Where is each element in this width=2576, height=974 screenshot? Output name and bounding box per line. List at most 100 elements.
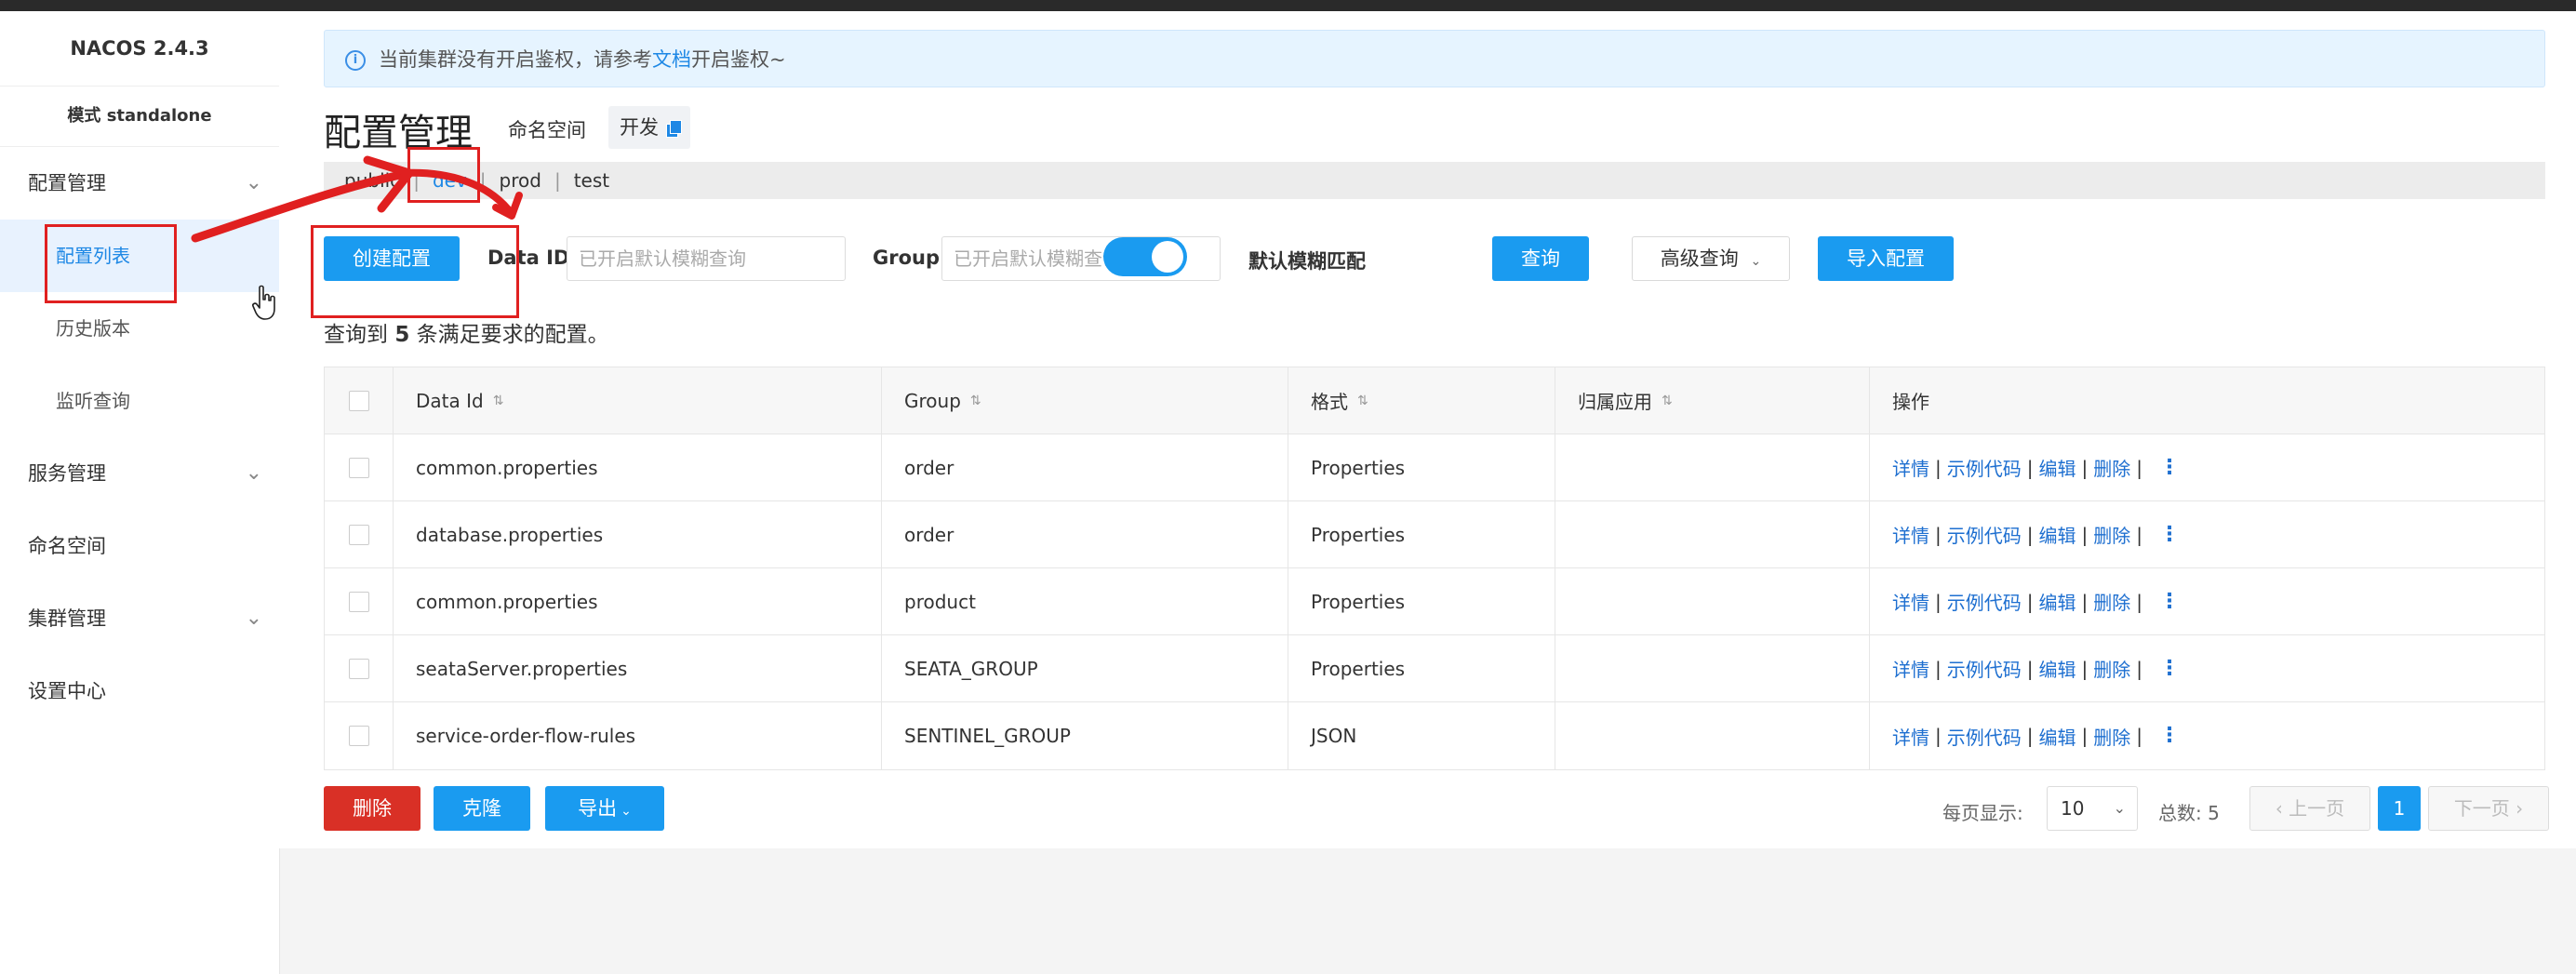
table-row: database.properties order Properties 详情 |…	[325, 501, 2544, 568]
sidebar: NACOS 2.4.3 模式 standalone 配置管理 ⌄ 配置列表 历史…	[0, 11, 280, 974]
cell-app	[1555, 501, 1870, 567]
tab-public[interactable]: public	[344, 162, 400, 199]
auth-notice: i 当前集群没有开启鉴权，请参考文档开启鉴权~	[324, 30, 2545, 87]
column-label: 归属应用	[1578, 391, 1652, 413]
delete-link[interactable]: 删除	[2093, 723, 2130, 750]
brand-title: NACOS 2.4.3	[0, 11, 279, 87]
row-checkbox[interactable]	[349, 726, 369, 746]
column-header-app[interactable]: 归属应用 ⇅	[1555, 367, 1870, 434]
sort-icon[interactable]: ⇅	[1662, 394, 1673, 408]
sample-code-link[interactable]: 示例代码	[1947, 655, 2022, 682]
sort-icon[interactable]: ⇅	[493, 394, 504, 408]
edit-link[interactable]: 编辑	[2039, 723, 2076, 750]
column-header-format[interactable]: 格式 ⇅	[1288, 367, 1555, 434]
cell-group: SENTINEL_GROUP	[882, 702, 1288, 769]
cell-format: Properties	[1288, 434, 1555, 500]
prev-page-button[interactable]: ‹ 上一页	[2249, 786, 2370, 831]
detail-link[interactable]: 详情	[1892, 588, 1929, 615]
action-separator: |	[2026, 590, 2034, 613]
delete-link[interactable]: 删除	[2093, 521, 2130, 548]
action-separator: |	[1935, 725, 1942, 747]
total-count: 总数: 5	[2158, 802, 2220, 824]
edit-link[interactable]: 编辑	[2039, 454, 2076, 481]
detail-link[interactable]: 详情	[1892, 723, 1929, 750]
detail-link[interactable]: 详情	[1892, 655, 1929, 682]
tab-test[interactable]: test	[574, 162, 609, 199]
current-page-button[interactable]: 1	[2378, 786, 2421, 831]
sidebar-item-config-management[interactable]: 配置管理 ⌄	[0, 147, 279, 220]
column-header-data-id[interactable]: Data Id ⇅	[394, 367, 882, 434]
export-label: 导出	[578, 797, 618, 820]
next-page-button[interactable]: 下一页 ›	[2428, 786, 2549, 831]
page-size-label: 每页显示:	[1942, 802, 2023, 824]
namespace-current[interactable]: 开发	[608, 106, 690, 149]
fuzzy-match-toggle[interactable]	[1103, 237, 1187, 276]
action-separator: |	[2026, 657, 2034, 680]
advanced-query-button[interactable]: 高级查询 ⌄	[1632, 236, 1790, 281]
sidebar-item-label: 命名空间	[28, 535, 106, 557]
column-label: 操作	[1892, 391, 1929, 413]
more-vertical-icon[interactable]: ⋮	[2159, 726, 2180, 746]
column-header-actions: 操作	[1870, 367, 2544, 434]
hand-cursor-icon	[252, 285, 275, 320]
more-vertical-icon[interactable]: ⋮	[2159, 524, 2180, 544]
notice-doc-link[interactable]: 文档	[652, 48, 691, 71]
row-checkbox[interactable]	[349, 457, 369, 478]
edit-link[interactable]: 编辑	[2039, 655, 2076, 682]
tab-prod[interactable]: prod	[500, 162, 541, 199]
action-separator: |	[2136, 523, 2142, 546]
sidebar-item-label: 监听查询	[56, 390, 130, 412]
sidebar-item-namespace[interactable]: 命名空间	[0, 510, 279, 582]
action-separator: |	[2136, 590, 2142, 613]
export-button[interactable]: 导出 ⌄	[545, 786, 664, 831]
more-vertical-icon[interactable]: ⋮	[2159, 658, 2180, 678]
advanced-query-label: 高级查询	[1660, 247, 1739, 270]
tab-separator: |	[479, 169, 487, 192]
row-checkbox[interactable]	[349, 658, 369, 679]
row-checkbox[interactable]	[349, 591, 369, 612]
sample-code-link[interactable]: 示例代码	[1947, 521, 2022, 548]
column-header-group[interactable]: Group ⇅	[882, 367, 1288, 434]
column-label: Data Id	[416, 389, 484, 412]
sidebar-item-cluster-management[interactable]: 集群管理 ⌄	[0, 582, 279, 655]
select-all-checkbox[interactable]	[349, 390, 369, 411]
sidebar-item-service-management[interactable]: 服务管理 ⌄	[0, 437, 279, 510]
page-size-select[interactable]: 10 ⌄	[2047, 786, 2138, 831]
delete-link[interactable]: 删除	[2093, 655, 2130, 682]
sample-code-link[interactable]: 示例代码	[1947, 454, 2022, 481]
sort-icon[interactable]: ⇅	[1357, 394, 1368, 408]
sidebar-item-settings[interactable]: 设置中心	[0, 655, 279, 727]
sort-icon[interactable]: ⇅	[970, 394, 981, 408]
detail-link[interactable]: 详情	[1892, 454, 1929, 481]
row-checkbox[interactable]	[349, 524, 369, 545]
edit-link[interactable]: 编辑	[2039, 521, 2076, 548]
row-checkbox-cell	[325, 702, 394, 769]
action-separator: |	[1935, 523, 1942, 546]
fuzzy-match-label: 默认模糊匹配	[1248, 250, 1366, 273]
table-row: service-order-flow-rules SENTINEL_GROUP …	[325, 702, 2544, 769]
cell-actions: 详情 | 示例代码 | 编辑 | 删除 | ⋮	[1870, 635, 2544, 701]
annotation-box-dev-tab	[407, 147, 480, 203]
result-prefix: 查询到	[324, 323, 388, 347]
query-button[interactable]: 查询	[1492, 236, 1589, 281]
action-separator: |	[2026, 456, 2034, 479]
delete-link[interactable]: 删除	[2093, 454, 2130, 481]
delete-link[interactable]: 删除	[2093, 588, 2130, 615]
data-id-input[interactable]	[567, 236, 846, 281]
clone-button[interactable]: 克隆	[434, 786, 530, 831]
edit-link[interactable]: 编辑	[2039, 588, 2076, 615]
more-vertical-icon[interactable]: ⋮	[2159, 457, 2180, 477]
table-header-row: Data Id ⇅ Group ⇅ 格式 ⇅ 归属应用 ⇅ 操作	[325, 367, 2544, 434]
sample-code-link[interactable]: 示例代码	[1947, 588, 2022, 615]
batch-delete-button[interactable]: 删除	[324, 786, 420, 831]
main-content: i 当前集群没有开启鉴权，请参考文档开启鉴权~ 配置管理 命名空间 开发 publ…	[279, 11, 2576, 848]
more-vertical-icon[interactable]: ⋮	[2159, 591, 2180, 611]
action-separator: |	[2136, 657, 2142, 680]
copy-icon[interactable]	[666, 120, 682, 138]
detail-link[interactable]: 详情	[1892, 521, 1929, 548]
sidebar-item-label: 设置中心	[28, 680, 106, 702]
import-config-button[interactable]: 导入配置	[1818, 236, 1954, 281]
action-separator: |	[2081, 657, 2089, 680]
sample-code-link[interactable]: 示例代码	[1947, 723, 2022, 750]
sidebar-item-listener-query[interactable]: 监听查询	[0, 365, 279, 437]
